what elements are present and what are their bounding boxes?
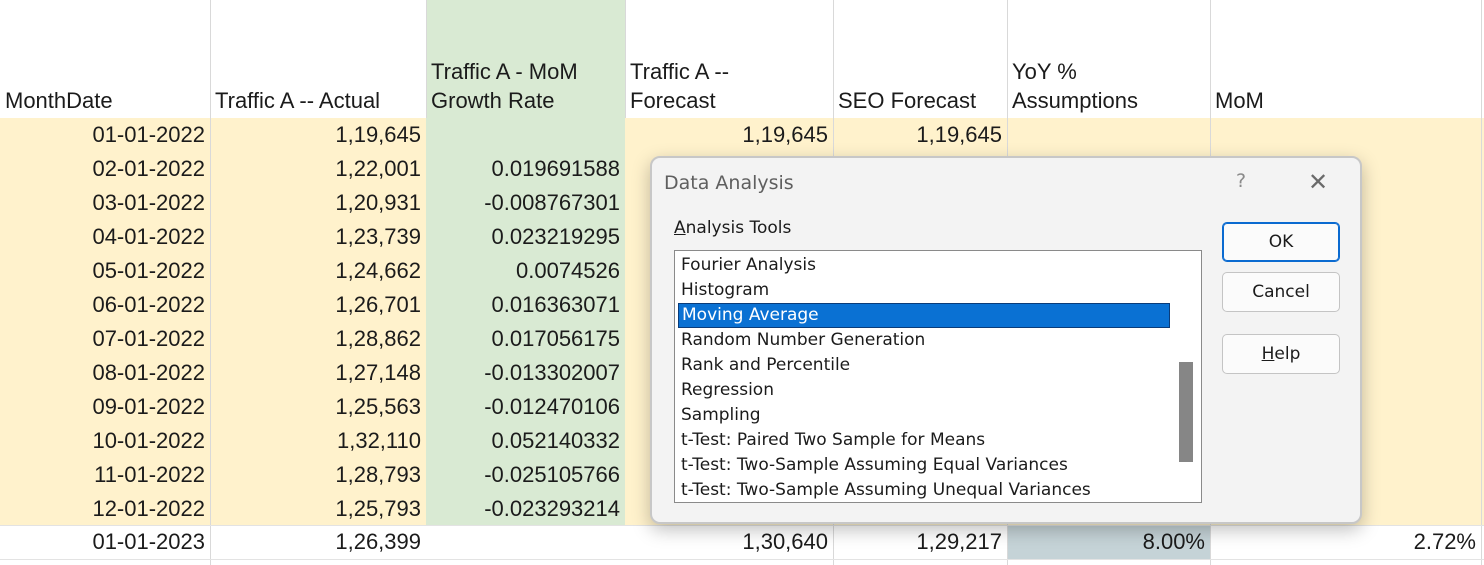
analysis-tools-listbox[interactable]: Fourier Analysis Histogram Moving Average R… [674,250,1202,503]
cell-mom-growth[interactable]: 0.017056175 [426,322,625,356]
cell-seo-forecast[interactable]: 1,29,217 [833,525,1007,559]
cell-traffic-actual[interactable]: 1,22,001 [210,152,426,186]
label-rest: nalysis Tools [685,218,792,238]
cell-traffic-actual[interactable]: 1,19,645 [210,118,426,152]
header-text: MonthDate [5,88,113,113]
cell-monthdate[interactable]: 09-01-2022 [0,390,210,424]
list-item[interactable]: Rank and Percentile [678,353,1170,378]
header-seo-forecast[interactable]: SEO Forecast [833,86,1007,115]
header-text: Traffic A -- Actual [215,88,381,113]
cell-mom-growth[interactable]: 0.016363071 [426,288,625,322]
cell-traffic-actual[interactable]: 1,24,662 [210,254,426,288]
grid-line [1481,0,1482,565]
cell-mom-growth[interactable]: 0.019691588 [426,152,625,186]
cell-traffic-actual[interactable]: 1,20,931 [210,186,426,220]
cell-mom-growth[interactable]: 0.0074526 [426,254,625,288]
cell-mom-growth[interactable]: -0.008767301 [426,186,625,220]
cell-monthdate[interactable]: 11-01-2022 [0,458,210,492]
cell-traffic-actual[interactable]: 1,27,148 [210,356,426,390]
cell-mom-growth[interactable]: -0.012470106 [426,390,625,424]
cell-monthdate[interactable]: 04-01-2022 [0,220,210,254]
cell-monthdate[interactable]: 10-01-2022 [0,424,210,458]
header-mom-growth-rate[interactable]: Traffic A - MoM Growth Rate [426,57,625,115]
cell-traffic-actual[interactable]: 1,26,399 [210,525,426,559]
list-item[interactable]: t-Test: Paired Two Sample for Means [678,428,1170,453]
list-item[interactable]: Histogram [678,278,1170,303]
header-monthdate[interactable]: MonthDate [0,86,210,115]
header-text-line2: Forecast [630,88,716,113]
cell-monthdate[interactable]: 07-01-2022 [0,322,210,356]
cell-yoy-assumption[interactable]: 8.00% [1007,525,1210,559]
cell-yoy-assumption[interactable] [1007,118,1210,152]
list-item[interactable]: Regression [678,378,1170,403]
header-text: MoM [1215,88,1264,113]
cell-monthdate[interactable]: 01-01-2022 [0,118,210,152]
help-button[interactable]: Help [1222,334,1340,374]
cell-monthdate[interactable]: 02-01-2022 [0,152,210,186]
list-item[interactable]: Moving Average [678,303,1170,328]
help-accelerator: H [1261,344,1275,364]
cell-monthdate[interactable]: 01-01-2023 [0,525,210,559]
list-item[interactable]: Fourier Analysis [678,253,1170,278]
cell-traffic-actual[interactable]: 1,25,793 [210,492,426,526]
cell-mom[interactable]: 2.72% [1210,525,1481,559]
cell-mom-growth[interactable]: -0.013302007 [426,356,625,390]
header-text-line2: Assumptions [1012,88,1138,113]
cell-traffic-actual[interactable]: 1,32,110 [210,424,426,458]
grid-line [0,559,1484,560]
cell-mom-growth[interactable]: -0.023293214 [426,492,625,526]
header-text-line1: Traffic A - MoM [431,59,578,84]
header-text-line2: Growth Rate [431,88,555,113]
analysis-tools-label: Analysis Tools [674,218,791,238]
header-traffic-actual[interactable]: Traffic A -- Actual [210,86,426,115]
header-mom[interactable]: MoM [1210,86,1481,115]
header-yoy-assumptions[interactable]: YoY % Assumptions [1007,57,1210,115]
cell-monthdate[interactable]: 06-01-2022 [0,288,210,322]
cell-mom-growth[interactable]: 0.052140332 [426,424,625,458]
cancel-button[interactable]: Cancel [1222,272,1340,312]
cell-mom-growth[interactable]: 0.023219295 [426,220,625,254]
cell-mom[interactable] [1210,118,1481,152]
list-item[interactable]: t-Test: Two-Sample Assuming Unequal Vari… [678,478,1170,502]
cell-seo-forecast[interactable]: 1,19,645 [833,118,1007,152]
cell-traffic-actual[interactable]: 1,23,739 [210,220,426,254]
cell-traffic-actual[interactable]: 1,25,563 [210,390,426,424]
cell-monthdate[interactable]: 05-01-2022 [0,254,210,288]
cell-traffic-forecast[interactable]: 1,19,645 [625,118,833,152]
help-icon[interactable]: ? [1236,170,1246,192]
cell-traffic-actual[interactable]: 1,28,862 [210,322,426,356]
cell-mom-growth[interactable]: -0.025105766 [426,458,625,492]
cell-monthdate[interactable]: 08-01-2022 [0,356,210,390]
data-analysis-dialog: Data Analysis ? ✕ Analysis Tools Fourier… [650,156,1362,524]
list-item[interactable]: Random Number Generation [678,328,1170,353]
list-item[interactable]: t-Test: Two-Sample Assuming Equal Varian… [678,453,1170,478]
header-text: SEO Forecast [838,88,977,113]
header-text-line1: YoY % [1012,59,1077,84]
dialog-title: Data Analysis [664,172,794,194]
ok-button[interactable]: OK [1222,222,1340,262]
header-text-line1: Traffic A -- [630,59,730,84]
header-traffic-forecast[interactable]: Traffic A -- Forecast [625,57,833,115]
cell-monthdate[interactable]: 12-01-2022 [0,492,210,526]
cell-traffic-forecast[interactable]: 1,30,640 [625,525,833,559]
cell-mom-growth[interactable] [426,118,625,152]
cell-traffic-actual[interactable]: 1,28,793 [210,458,426,492]
scrollbar-thumb[interactable] [1179,362,1193,462]
cell-traffic-actual[interactable]: 1,26,701 [210,288,426,322]
help-label-rest: elp [1274,344,1301,364]
label-accelerator: A [674,218,686,238]
list-item[interactable]: Sampling [678,403,1170,428]
cell-monthdate[interactable]: 03-01-2022 [0,186,210,220]
close-icon[interactable]: ✕ [1308,168,1328,196]
cell-mom-growth[interactable] [426,525,625,559]
